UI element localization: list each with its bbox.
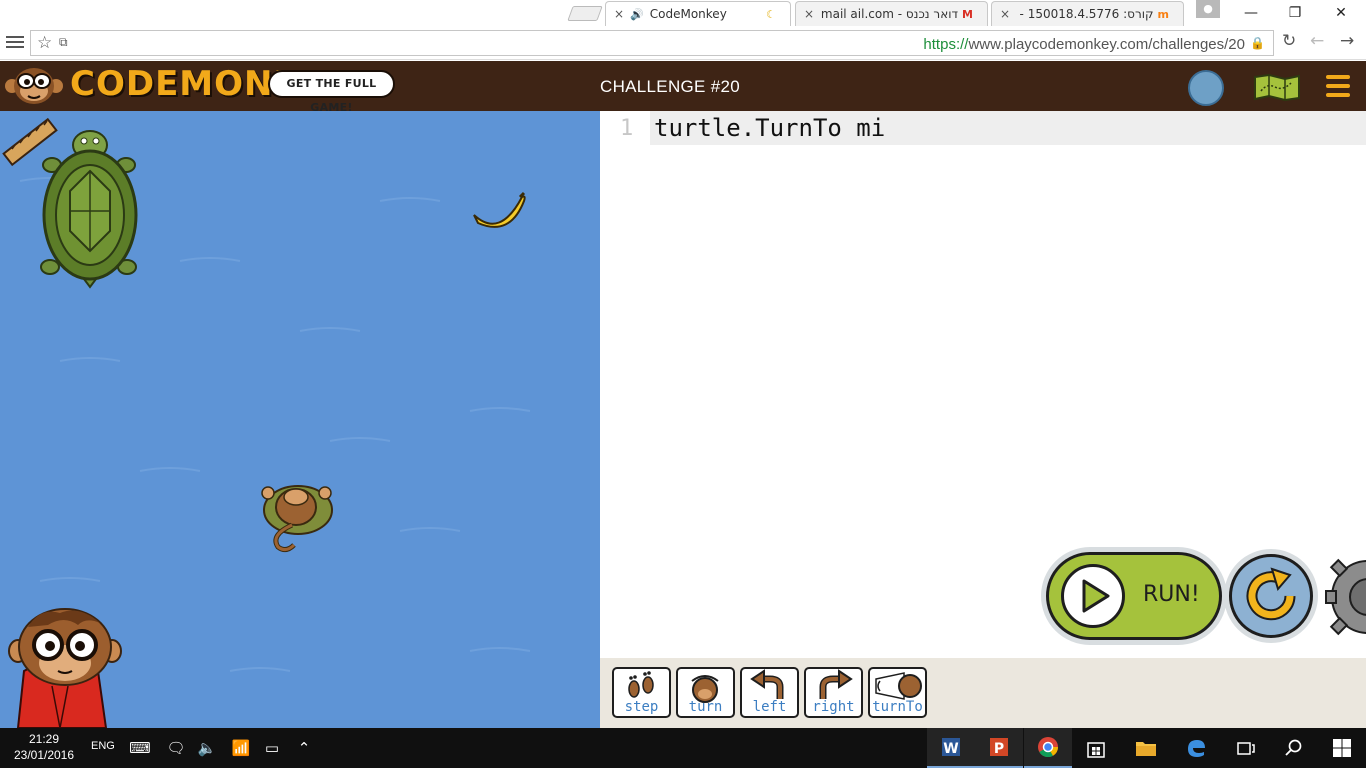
tab-title: קורס: 150018.4.5776 - סדנ: [1016, 7, 1154, 21]
volume-icon[interactable]: 🔈: [195, 736, 219, 760]
command-label: step: [624, 699, 659, 715]
wifi-icon[interactable]: 📶: [229, 736, 253, 760]
tab-moodle[interactable]: × קורס: 150018.4.5776 - סדנ m: [991, 1, 1184, 26]
forward-icon[interactable]: →: [1340, 31, 1354, 51]
turn-to-icon: [875, 672, 922, 700]
code-line[interactable]: turtle.TurnTo mi: [654, 114, 885, 142]
url-path: www.playcodemonkey.com/challenges/20: [968, 36, 1245, 53]
browser-toolbar: ☆ ⧉ https://www.playcodemonkey.com/chall…: [0, 26, 1366, 60]
turn-command[interactable]: turn: [676, 667, 735, 718]
left-arrow-icon: [750, 669, 784, 699]
command-label: turnTo: [872, 699, 923, 715]
bookmark-star-icon[interactable]: ☆: [37, 33, 52, 53]
command-label: right: [812, 699, 855, 715]
command-label: turn: [688, 699, 723, 715]
right-command[interactable]: right: [804, 667, 863, 718]
tab-title: דואר נכנס - Gmail ail.com: [820, 7, 959, 21]
start-windows-icon[interactable]: [1318, 728, 1366, 768]
url-text: https://www.playcodemonkey.com/challenge…: [923, 36, 1245, 53]
svg-text:W: W: [943, 741, 958, 757]
monkey-turn-icon: [691, 675, 719, 703]
command-palette: step turn left right turnTo: [600, 658, 1366, 728]
profile-icon[interactable]: ●: [1196, 0, 1220, 18]
reload-icon[interactable]: ↻: [1282, 31, 1296, 51]
restore-button[interactable]: ❐: [1272, 0, 1318, 26]
hamburger-menu-icon[interactable]: [1326, 75, 1350, 97]
browser-tab-strip: × 🔊 CodeMonkey ☾ × דואר נכנס - Gmail ail…: [0, 0, 1366, 26]
keyboard-icon[interactable]: ⌨: [128, 736, 152, 760]
map-icon[interactable]: [1253, 73, 1301, 101]
banana-icon: ☾: [766, 7, 776, 21]
edge-app-icon[interactable]: [1172, 728, 1220, 768]
tab-title: CodeMonkey: [649, 7, 727, 21]
command-label: left: [752, 699, 787, 715]
tab-close-icon[interactable]: ×: [1000, 7, 1010, 21]
banana-sprite: [473, 191, 526, 228]
clock-time: 21:29: [28, 732, 60, 746]
tab-gmail[interactable]: × דואר נכנס - Gmail ail.com M: [795, 1, 988, 26]
left-command[interactable]: left: [740, 667, 799, 718]
challenge-title: CHALLENGE #20: [600, 77, 740, 96]
right-arrow-icon: [819, 669, 853, 699]
translate-icon[interactable]: ⧉: [59, 35, 68, 50]
game-stage: [0, 111, 600, 728]
task-view-icon[interactable]: [1222, 728, 1270, 768]
notifications-icon[interactable]: 🗨: [164, 736, 188, 760]
moodle-icon: m: [1157, 7, 1169, 21]
file-explorer-app-icon[interactable]: [1122, 728, 1170, 768]
chrome-menu-icon[interactable]: [6, 34, 24, 52]
minimize-button[interactable]: —: [1228, 0, 1274, 26]
battery-icon[interactable]: ▭: [260, 736, 284, 760]
settings-gear-icon[interactable]: [1322, 552, 1366, 642]
reset-icon: [1246, 567, 1296, 621]
step-command[interactable]: step: [612, 667, 671, 718]
turtle-sprite: [40, 130, 138, 289]
play-icon: [1061, 564, 1125, 628]
powerpoint-app-icon[interactable]: P: [975, 728, 1023, 768]
audio-icon: 🔊: [630, 7, 644, 21]
show-hidden-icons-icon[interactable]: ⌃: [292, 736, 316, 760]
gmail-icon: M: [962, 7, 973, 21]
line-number: 1: [620, 116, 634, 141]
run-button[interactable]: RUN!: [1046, 552, 1222, 640]
user-avatar-icon[interactable]: [1188, 70, 1224, 106]
new-tab-button[interactable]: [567, 6, 603, 21]
monkey-sprite: [261, 485, 333, 553]
taskbar-clock[interactable]: 21:29 23/01/2016: [6, 731, 82, 763]
footprints-icon: [628, 671, 654, 698]
reset-button[interactable]: [1229, 554, 1313, 638]
guide-monkey-icon[interactable]: [8, 608, 122, 728]
back-icon[interactable]: ←: [1310, 31, 1324, 51]
turnto-command[interactable]: turnTo: [868, 667, 927, 718]
svg-text:P: P: [994, 741, 1004, 757]
input-language[interactable]: ENG: [91, 740, 115, 752]
monkey-logo-icon: [5, 68, 63, 104]
windows-taskbar: 21:29 23/01/2016 ENG ⌨ 🗨 🔈 📶 ▭ ⌃ W P: [0, 728, 1366, 768]
lock-icon[interactable]: 🔒: [1250, 36, 1265, 50]
close-window-button[interactable]: ✕: [1318, 0, 1364, 26]
word-app-icon[interactable]: W: [927, 728, 975, 768]
url-scheme: https://: [923, 36, 969, 53]
store-app-icon[interactable]: [1072, 728, 1120, 768]
chrome-app-icon[interactable]: [1024, 728, 1072, 768]
tab-close-icon[interactable]: ×: [614, 7, 624, 21]
app-header: CODEMONKEY GET THE FULL GAME! CHALLENGE …: [0, 61, 1366, 114]
run-label: RUN!: [1143, 582, 1200, 607]
address-bar[interactable]: ☆ ⧉ https://www.playcodemonkey.com/chall…: [30, 30, 1274, 56]
get-full-game-button[interactable]: GET THE FULL GAME!: [268, 70, 395, 114]
tab-codemonkey[interactable]: × 🔊 CodeMonkey ☾: [605, 1, 791, 26]
clock-date: 23/01/2016: [13, 748, 75, 762]
stage-canvas: [2, 117, 531, 728]
tab-close-icon[interactable]: ×: [804, 7, 814, 21]
search-icon[interactable]: [1270, 728, 1318, 768]
